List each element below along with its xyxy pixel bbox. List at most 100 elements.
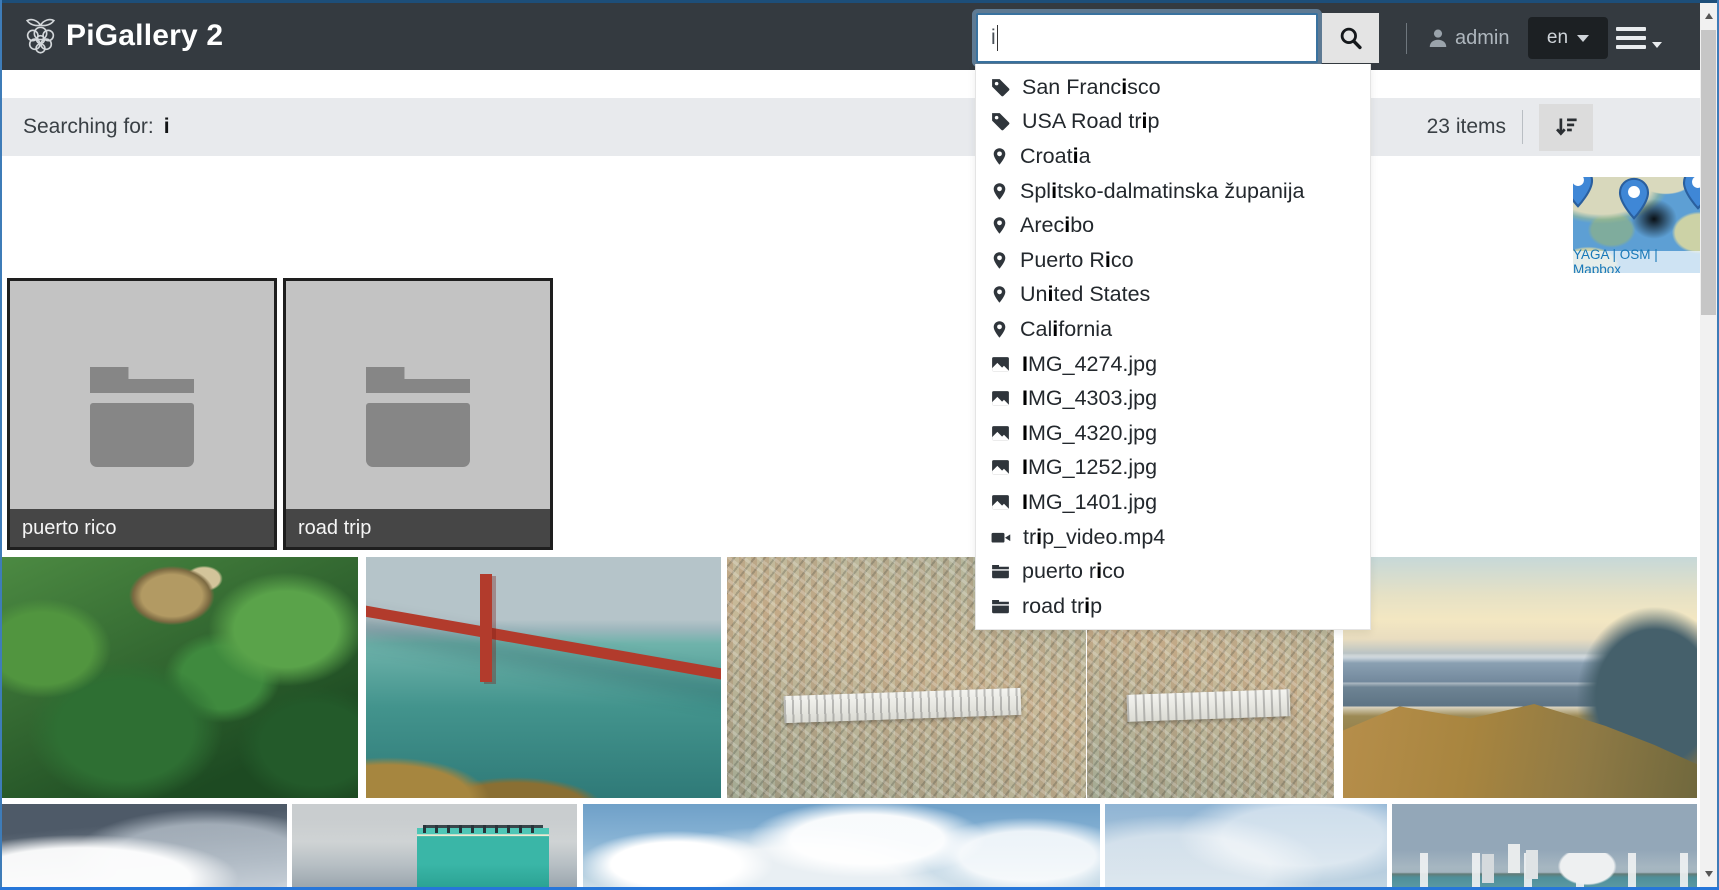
location-pin-icon [990, 146, 1009, 167]
app-title: PiGallery 2 [66, 19, 223, 53]
search-suggestion-item[interactable]: IMG_4274.jpg [976, 347, 1370, 382]
suggestion-text: puerto rico [1022, 559, 1125, 584]
map-pin-icon [1573, 177, 1599, 216]
search-suggestion-item[interactable]: California [976, 312, 1370, 347]
map-pin-icon [1677, 177, 1702, 213]
suggestion-text: San Francisco [1022, 75, 1161, 100]
search-suggestion-item[interactable]: USA Road trip [976, 105, 1370, 140]
hamburger-icon [1616, 27, 1646, 54]
photo-thumbnail-cumulus-sky[interactable] [583, 804, 1100, 888]
suggestion-text: IMG_1401.jpg [1022, 490, 1157, 515]
map-thumbnail[interactable]: YAGA | OSM | Mapbox [1573, 177, 1702, 273]
location-pin-icon [990, 215, 1009, 236]
search-suggestion-item[interactable]: Arecibo [976, 208, 1370, 243]
folder-caption: puerto rico [10, 509, 274, 547]
suggestion-text: IMG_4274.jpg [1022, 352, 1157, 377]
search-suggestion-item[interactable]: Puerto Rico [976, 243, 1370, 278]
sort-button[interactable] [1539, 104, 1593, 151]
magnifier-icon [1338, 25, 1364, 51]
search-input[interactable]: i [976, 13, 1318, 63]
suggestion-text: IMG_4320.jpg [1022, 421, 1157, 446]
search-suggestion-item[interactable]: Croatia [976, 139, 1370, 174]
scrollbar-thumb[interactable] [1701, 30, 1716, 315]
tag-icon [990, 77, 1011, 98]
status-divider [1522, 110, 1523, 144]
map-pin-icon [1573, 177, 1599, 211]
suggestion-text: Arecibo [1020, 213, 1094, 238]
suggestion-text: IMG_4303.jpg [1022, 386, 1157, 411]
text-cursor [997, 25, 998, 51]
folder-icon [366, 367, 470, 467]
location-pin-icon [990, 181, 1009, 202]
window-border-left [0, 0, 2, 890]
image-icon [990, 354, 1011, 375]
image-icon [990, 423, 1011, 444]
photo-thumbnail-storm-clouds[interactable] [0, 804, 287, 888]
search-status-bar: Searching for: i 23 items [2, 98, 1700, 156]
image-icon [990, 457, 1011, 478]
sort-amount-down-icon [1553, 114, 1580, 141]
search-suggestion-item[interactable]: IMG_4320.jpg [976, 416, 1370, 451]
search-suggestion-item[interactable]: IMG_1252.jpg [976, 451, 1370, 486]
folder-icon [90, 367, 194, 467]
language-selected: en [1547, 27, 1568, 49]
location-pin-icon [990, 284, 1009, 305]
suggestion-text: IMG_1252.jpg [1022, 455, 1157, 480]
app-brand[interactable]: PiGallery 2 [22, 15, 223, 57]
map-attribution: YAGA | OSM | Mapbox [1573, 251, 1702, 273]
photo-thumbnail-teal-building[interactable] [292, 804, 577, 888]
searching-for: Searching for: i [23, 98, 170, 156]
chevron-down-icon [1577, 35, 1589, 42]
image-icon [990, 388, 1011, 409]
user-menu[interactable]: admin [1427, 3, 1509, 73]
search-dropdown: San Francisco USA Road trip Croatia Spli… [975, 64, 1371, 630]
location-pin-icon [990, 250, 1009, 271]
vertical-scrollbar[interactable] [1700, 3, 1717, 887]
suggestion-text: Croatia [1020, 144, 1091, 169]
search-suggestion-item[interactable]: IMG_4303.jpg [976, 381, 1370, 416]
suggestion-text: Puerto Rico [1020, 248, 1134, 273]
video-icon [990, 527, 1012, 548]
arrow-up-icon [1705, 13, 1713, 19]
tag-icon [990, 111, 1011, 132]
search-suggestion-item[interactable]: IMG_1401.jpg [976, 485, 1370, 520]
search-suggestion-item[interactable]: San Francisco [976, 70, 1370, 105]
search-suggestion-item[interactable]: road trip [976, 589, 1370, 624]
scroll-down-button[interactable] [1700, 861, 1717, 887]
search-suggestion-item[interactable]: trip_video.mp4 [976, 520, 1370, 555]
username-label: admin [1455, 27, 1509, 50]
folder-tile-puerto-rico[interactable]: puerto rico [7, 278, 277, 550]
map-pin-icon [1613, 177, 1655, 223]
pigallery2-app-window: PiGallery 2 i admin en [0, 0, 1719, 890]
search-suggestion-item[interactable]: puerto rico [976, 554, 1370, 589]
navbar: PiGallery 2 i admin en [0, 0, 1700, 70]
folder-icon [990, 561, 1011, 582]
photo-thumbnail-pale-sky[interactable] [1105, 804, 1387, 888]
navbar-divider [1406, 23, 1407, 54]
folder-tile-road-trip[interactable]: road trip [283, 278, 553, 550]
suggestion-text: trip_video.mp4 [1023, 525, 1165, 550]
suggestion-text: Splitsko-dalmatinska županija [1020, 179, 1304, 204]
suggestion-text: United States [1020, 282, 1150, 307]
suggestion-text: USA Road trip [1022, 109, 1159, 134]
search-suggestion-item[interactable]: United States [976, 278, 1370, 313]
photo-thumbnail-san-juan[interactable] [1392, 804, 1697, 888]
raspberry-pi-icon [22, 15, 59, 57]
photo-thumbnail-squirrel-in-ivy[interactable] [0, 557, 358, 798]
chevron-down-icon [1652, 42, 1662, 48]
window-border-top [0, 0, 1719, 3]
search-button[interactable] [1322, 13, 1379, 63]
map-pin-icon [1613, 177, 1655, 228]
scroll-up-button[interactable] [1700, 3, 1717, 29]
folder-icon [990, 596, 1011, 617]
folder-caption: road trip [286, 509, 550, 547]
item-count: 23 items [1427, 115, 1506, 139]
photo-thumbnail-mountain-ridge[interactable] [1343, 557, 1697, 798]
main-menu-button[interactable] [1616, 26, 1662, 52]
search-suggestion-item[interactable]: Splitsko-dalmatinska županija [976, 174, 1370, 209]
search-input-value: i [991, 26, 996, 50]
map-pin-icon [1677, 177, 1702, 218]
photo-thumbnail-golden-gate-bridge[interactable] [366, 557, 721, 798]
image-icon [990, 492, 1011, 513]
language-selector[interactable]: en [1528, 17, 1608, 59]
